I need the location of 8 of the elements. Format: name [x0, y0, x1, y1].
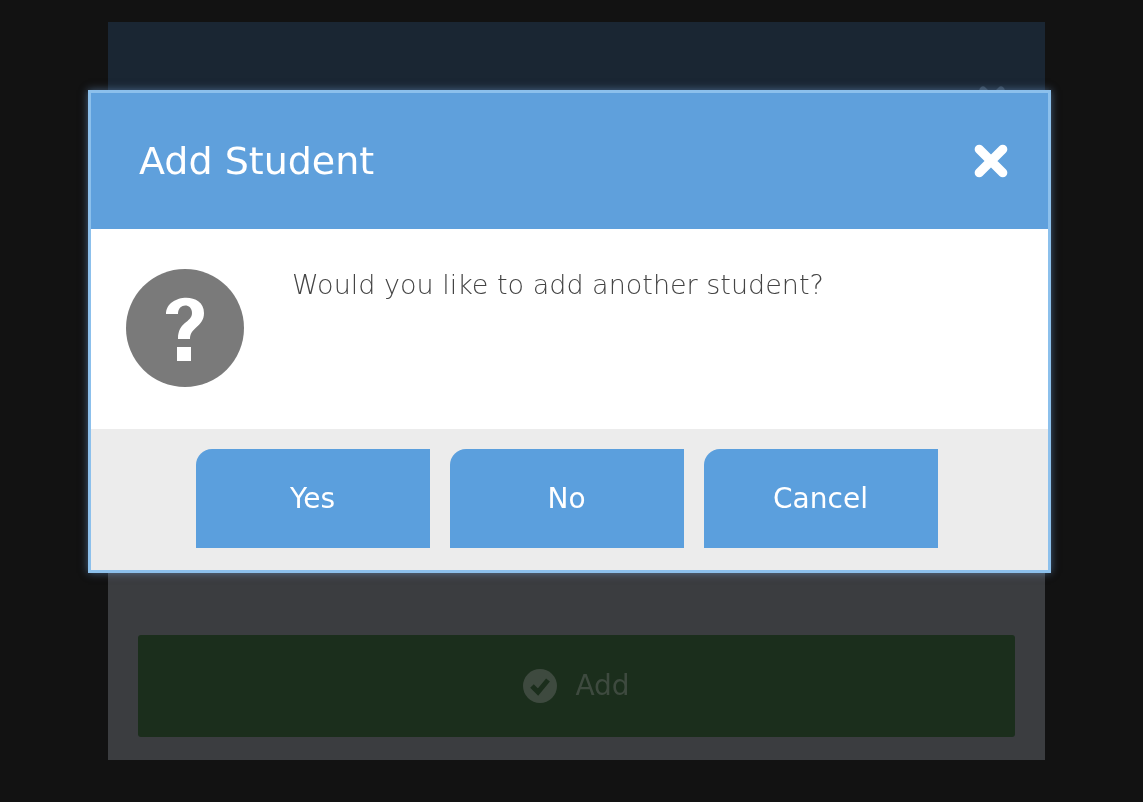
check-icon	[523, 669, 558, 703]
question-icon	[126, 269, 244, 387]
dialog-button[interactable]: Cancel	[703, 449, 938, 548]
close-icon[interactable]	[974, 144, 1008, 178]
modal-title: Add Student	[139, 137, 375, 185]
dialog-button[interactable]: No	[449, 449, 684, 548]
dialog-button[interactable]: Yes	[195, 449, 430, 548]
message-text: Would you like to add another student?	[292, 269, 824, 302]
